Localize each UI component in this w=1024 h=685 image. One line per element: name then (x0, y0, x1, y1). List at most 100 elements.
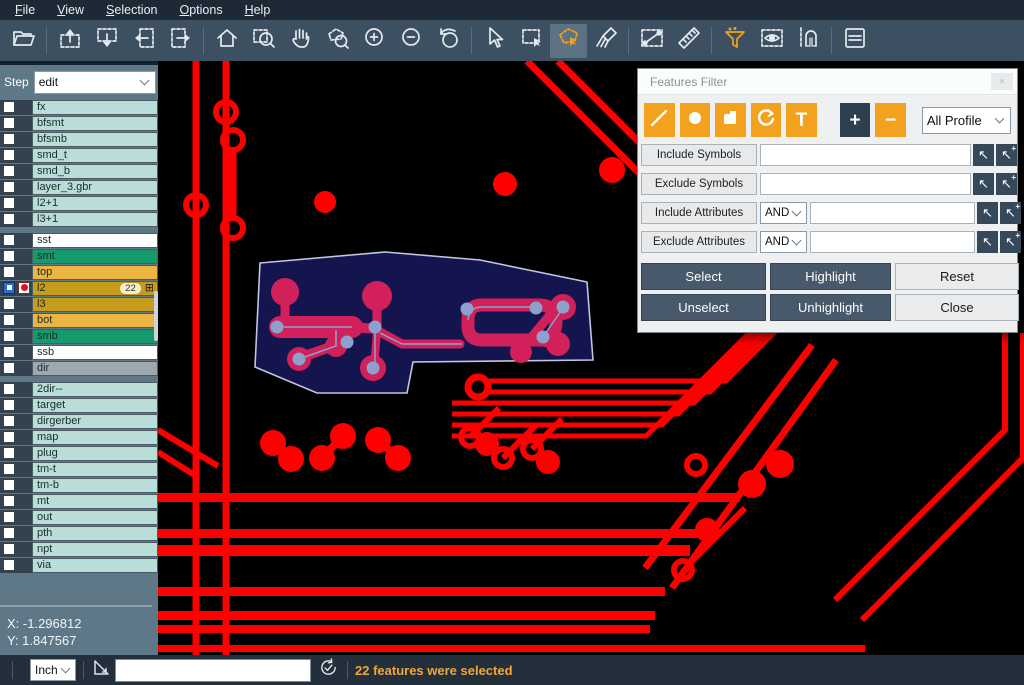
layer-row[interactable]: ssb (0, 345, 158, 360)
step-select[interactable]: edit (34, 71, 156, 94)
open-file-button[interactable] (5, 24, 42, 58)
layer-row[interactable]: l2+1 (0, 196, 158, 211)
menu-file[interactable]: File (4, 1, 46, 19)
pan-hand-button[interactable] (282, 24, 319, 58)
layer-visibility-checkbox[interactable] (3, 463, 15, 475)
pick-add-from-canvas-button[interactable]: ↖+ (1000, 202, 1021, 224)
layer-visibility-checkbox[interactable] (3, 495, 15, 507)
layer-visibility-checkbox[interactable] (3, 479, 15, 491)
layer-visibility-checkbox[interactable] (3, 250, 15, 262)
layer-visibility-checkbox[interactable] (3, 415, 15, 427)
selection-polygon[interactable] (255, 252, 593, 393)
clean-brush-button[interactable] (587, 24, 624, 58)
layer-visibility-checkbox[interactable] (3, 314, 15, 326)
layer-name[interactable]: pth (32, 526, 158, 541)
filter-row-label-button[interactable]: Exclude Symbols (641, 173, 757, 195)
zoom-in-button[interactable] (356, 24, 393, 58)
layer-name[interactable]: layer_3.gbr (32, 180, 158, 195)
layer-list-scrollbar[interactable] (154, 291, 158, 341)
zoom-object-button[interactable] (319, 24, 356, 58)
layer-name[interactable]: mt (32, 494, 158, 509)
layer-name[interactable]: dir (32, 361, 158, 376)
filter-row-label-button[interactable]: Exclude Attributes (641, 231, 757, 253)
panel-list-button[interactable] (836, 24, 873, 58)
command-input[interactable] (115, 659, 311, 682)
filter-value-input[interactable] (810, 202, 975, 224)
layer-name[interactable]: l222⊞ (32, 281, 158, 296)
layer-row[interactable]: npt (0, 542, 158, 557)
features-filter-button[interactable] (716, 24, 753, 58)
layer-name[interactable]: out (32, 510, 158, 525)
layer-row[interactable]: layer_3.gbr (0, 180, 158, 195)
layer-visibility-checkbox[interactable] (3, 527, 15, 539)
layer-name[interactable]: smb (32, 329, 158, 344)
menu-help[interactable]: Help (234, 1, 282, 19)
profile-select[interactable]: All Profile (922, 107, 1011, 134)
pick-add-from-canvas-button[interactable]: ↖+ (996, 144, 1017, 166)
measure-line-button[interactable] (633, 24, 670, 58)
layer-row[interactable]: out (0, 510, 158, 525)
layer-row[interactable]: target (0, 398, 158, 413)
filter-value-input[interactable] (760, 173, 971, 195)
layer-name[interactable]: 2dir-- (32, 382, 158, 397)
layer-grid-icon[interactable]: ⊞ (145, 283, 154, 294)
layer-visibility-checkbox[interactable] (3, 543, 15, 555)
layer-visibility-checkbox[interactable] (3, 117, 15, 129)
sync-apply-icon[interactable] (319, 658, 338, 682)
layer-visibility-checkbox[interactable] (3, 511, 15, 523)
layer-visibility-checkbox[interactable] (3, 431, 15, 443)
unhighlight-button[interactable]: Unhighlight (770, 294, 891, 321)
layer-name[interactable]: sst (32, 233, 158, 248)
layer-name[interactable]: fx (32, 100, 158, 115)
layer-row[interactable]: l222⊞ (0, 281, 158, 296)
layer-row[interactable]: l3+1 (0, 212, 158, 227)
home-view-button[interactable] (208, 24, 245, 58)
menu-view[interactable]: View (46, 1, 95, 19)
layer-visibility-checkbox[interactable] (3, 447, 15, 459)
pick-from-canvas-button[interactable]: ↖ (973, 144, 994, 166)
pan-left-button[interactable] (125, 24, 162, 58)
layer-visibility-checkbox[interactable] (3, 362, 15, 374)
active-layer-indicator[interactable] (18, 282, 30, 294)
layer-name[interactable]: top (32, 265, 158, 280)
layer-visibility-checkbox[interactable] (3, 266, 15, 278)
pick-from-canvas-button[interactable]: ↖ (977, 231, 998, 253)
layer-name[interactable]: l3 (32, 297, 158, 312)
layer-row[interactable]: smd_t (0, 148, 158, 163)
filter-row-label-button[interactable]: Include Symbols (641, 144, 757, 166)
zoom-area-button[interactable] (245, 24, 282, 58)
layer-visibility-checkbox[interactable] (3, 149, 15, 161)
layer-name[interactable]: ssb (32, 345, 158, 360)
corner-ruler-icon[interactable] (91, 658, 111, 683)
polarity-negative-button[interactable]: − (875, 103, 906, 137)
zoom-previous-button[interactable] (430, 24, 467, 58)
pan-up-button[interactable] (51, 24, 88, 58)
layer-row[interactable]: smt (0, 249, 158, 264)
operator-select[interactable]: AND (760, 202, 807, 224)
select-rectangle-button[interactable] (513, 24, 550, 58)
operator-select[interactable]: AND (760, 231, 807, 253)
layer-visibility-checkbox[interactable] (3, 282, 15, 294)
layer-name[interactable]: via (32, 558, 158, 573)
pick-add-from-canvas-button[interactable]: ↖+ (996, 173, 1017, 195)
layer-row[interactable]: bot (0, 313, 158, 328)
layer-row[interactable]: tm-t (0, 462, 158, 477)
layer-row[interactable]: sst (0, 233, 158, 248)
select-cursor-button[interactable] (476, 24, 513, 58)
view-options-button[interactable] (753, 24, 790, 58)
highlight-button[interactable]: Highlight (770, 263, 891, 290)
layer-row[interactable]: top (0, 265, 158, 280)
layer-visibility-checkbox[interactable] (3, 133, 15, 145)
layer-name[interactable]: bfsmb (32, 132, 158, 147)
unselect-button[interactable]: Unselect (641, 294, 766, 321)
layer-visibility-checkbox[interactable] (3, 383, 15, 395)
snap-mode-button[interactable] (790, 24, 827, 58)
zoom-out-button[interactable] (393, 24, 430, 58)
layer-name[interactable]: smd_t (32, 148, 158, 163)
feature-surface-button[interactable] (715, 103, 746, 137)
polarity-positive-button[interactable]: + (840, 103, 871, 137)
layer-visibility-checkbox[interactable] (3, 234, 15, 246)
layer-visibility-checkbox[interactable] (3, 197, 15, 209)
feature-text-button[interactable]: T (786, 103, 817, 137)
layer-name[interactable]: bfsmt (32, 116, 158, 131)
